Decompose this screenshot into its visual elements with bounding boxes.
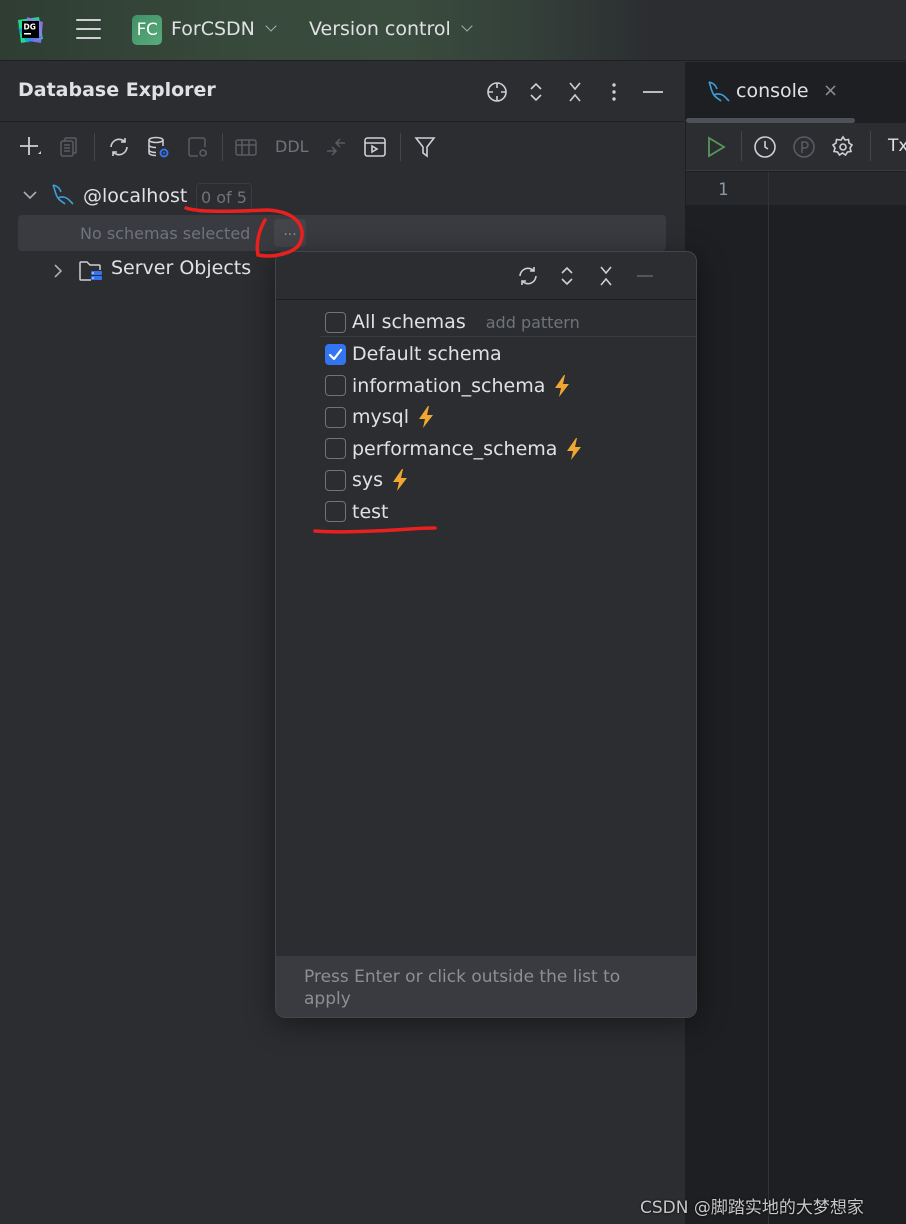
schema-checkbox[interactable] [325, 469, 346, 491]
history-icon[interactable] [753, 135, 777, 159]
server-objects-label: Server Objects [111, 257, 252, 279]
minimize-icon[interactable] [641, 80, 665, 104]
gutter-separator [768, 172, 769, 1224]
refresh-icon[interactable] [516, 264, 540, 288]
datagrip-logo-icon[interactable]: DG [17, 17, 43, 43]
mysql-dolphin-icon [708, 81, 730, 102]
introspection-lightning-icon [419, 406, 433, 428]
editor-toolbar: Tx [686, 123, 906, 171]
project-selector[interactable]: ForCSDN [171, 18, 277, 40]
svg-text:DG: DG [24, 23, 36, 32]
duplicate-icon[interactable] [57, 135, 81, 159]
chevron-down-icon[interactable] [22, 189, 38, 201]
table-view-icon[interactable] [234, 135, 258, 159]
schema-name: mysql [352, 406, 409, 428]
refresh-icon[interactable] [107, 135, 131, 159]
editor-area: console × Tx 1 [685, 62, 906, 1224]
panel-header: Database Explorer [0, 62, 684, 122]
schema-option[interactable]: test [325, 498, 389, 526]
server-objects-folder-icon [79, 261, 102, 281]
schema-selection-popup: All schemas add pattern Default schema in… [275, 251, 697, 1018]
transaction-mode-button[interactable]: Tx [888, 136, 906, 156]
line-number: 1 [718, 180, 729, 200]
introspection-lightning-icon [567, 437, 582, 460]
host-label: @localhost [83, 185, 188, 207]
panel-title: Database Explorer [18, 79, 216, 101]
introspection-lightning-icon [555, 374, 570, 397]
schema-checkbox[interactable] [325, 438, 346, 459]
schema-option[interactable]: information_schema [325, 372, 573, 400]
expand-all-icon[interactable] [524, 80, 548, 104]
chevron-right-icon[interactable] [52, 263, 64, 279]
all-schemas-checkbox[interactable] [325, 311, 346, 333]
schema-checkbox[interactable] [325, 343, 346, 365]
toolbar-separator [94, 133, 95, 161]
console-icon[interactable] [363, 135, 387, 159]
tree-node-localhost[interactable]: @localhost 0 of 5 [0, 177, 684, 213]
all-schemas-label: All schemas [352, 311, 466, 333]
close-tab-icon[interactable]: × [823, 80, 838, 101]
minimize-icon[interactable] [633, 264, 657, 288]
add-icon[interactable] [18, 135, 42, 159]
chevron-down-icon [265, 20, 277, 32]
schema-option[interactable]: performance_schema [325, 435, 585, 463]
filter-icon[interactable] [413, 135, 437, 159]
toolbar-separator [741, 131, 742, 161]
toolbar-separator [870, 131, 871, 161]
schema-count-badge: 0 of 5 [196, 183, 252, 213]
schema-option[interactable]: Default schema [325, 340, 502, 368]
schema-name: Default schema [352, 343, 502, 365]
choose-schemas-button[interactable]: ... [274, 219, 306, 247]
vcs-label: Version control [309, 18, 451, 40]
project-name: ForCSDN [171, 18, 255, 40]
schema-selection-bar[interactable]: No schemas selected ... [18, 215, 666, 251]
version-control-menu[interactable]: Version control [309, 18, 473, 40]
locate-icon[interactable] [485, 80, 509, 104]
csdn-watermark: CSDN @脚踏实地的大梦想家 [640, 1198, 864, 1218]
hamburger-menu-icon [76, 19, 101, 21]
parameters-icon[interactable] [792, 135, 816, 159]
ddl-button[interactable]: DDL [275, 137, 309, 156]
schema-checkbox[interactable] [325, 501, 346, 522]
popup-header [276, 252, 696, 300]
schema-name: information_schema [352, 374, 546, 397]
tab-console[interactable]: console × [686, 62, 856, 122]
schema-name: performance_schema [352, 437, 558, 460]
collapse-icon[interactable] [594, 264, 618, 288]
divider [320, 336, 696, 337]
collapse-all-icon[interactable] [563, 80, 587, 104]
schema-checkbox[interactable] [325, 375, 346, 396]
mysql-dolphin-icon [52, 184, 74, 205]
main-menu-button[interactable] [76, 19, 101, 41]
run-icon[interactable] [704, 135, 728, 159]
expand-icon[interactable] [555, 264, 579, 288]
explorer-toolbar: DDL [0, 123, 684, 171]
schema-option[interactable]: mysql [325, 403, 437, 431]
schema-name: test [352, 500, 389, 523]
title-bar: DG FC ForCSDN Version control [0, 0, 906, 61]
settings-gear-icon[interactable] [831, 135, 855, 159]
add-pattern-link[interactable]: add pattern [486, 313, 580, 332]
more-options-icon[interactable] [602, 80, 626, 104]
toolbar-separator [222, 133, 223, 161]
schema-option[interactable]: sys [325, 466, 411, 494]
jump-to-console-icon[interactable] [186, 135, 210, 159]
schema-checkbox[interactable] [325, 406, 346, 428]
compare-icon[interactable] [324, 135, 348, 159]
popup-footer-hint: Press Enter or click outside the list to… [276, 956, 696, 1017]
schema-name: sys [352, 469, 384, 491]
tab-label: console [736, 80, 809, 102]
editor-tab-bar: console × [686, 62, 906, 123]
chevron-down-icon [461, 20, 473, 32]
checkmark-icon [328, 348, 343, 360]
all-schemas-option[interactable]: All schemas add pattern [325, 308, 580, 336]
data-source-properties-icon[interactable] [146, 135, 170, 159]
project-badge[interactable]: FC [132, 15, 162, 45]
toolbar-separator [400, 133, 401, 161]
no-schemas-selected-label: No schemas selected [80, 224, 251, 243]
introspection-lightning-icon [393, 469, 408, 491]
